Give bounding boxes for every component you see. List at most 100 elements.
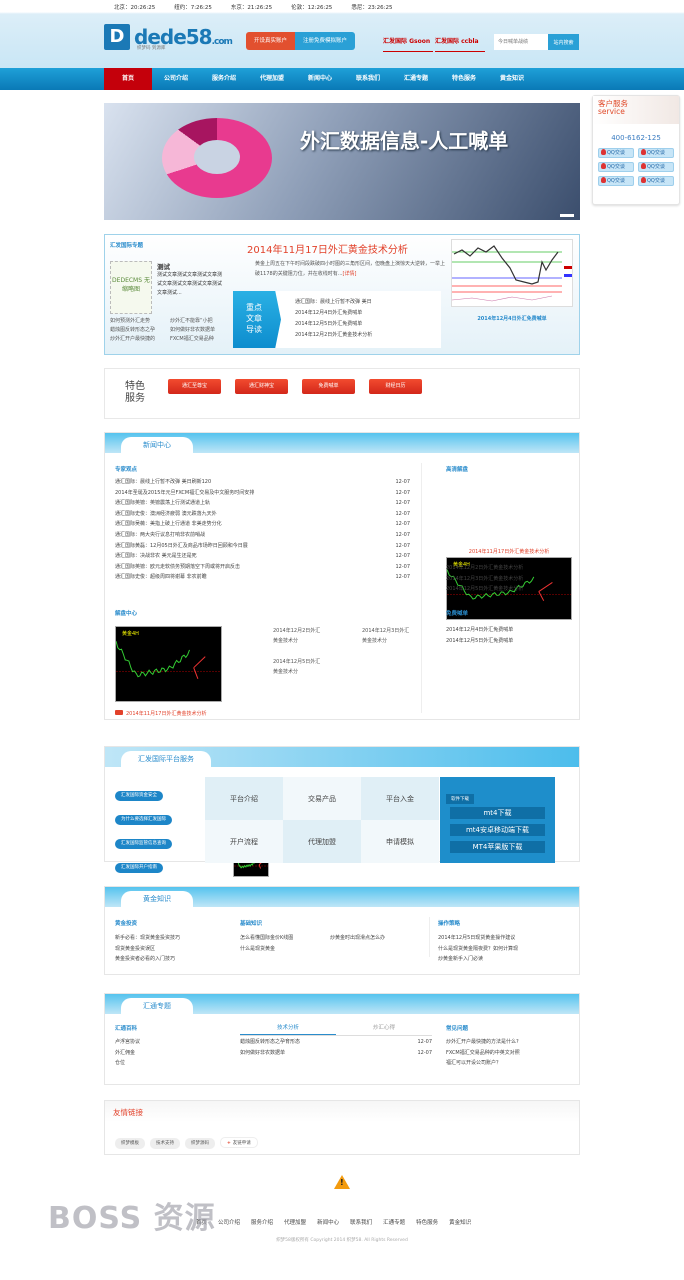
thumbnail-placeholder[interactable]: DEDECMS 无缩略图 <box>110 261 152 314</box>
qq-chat-button[interactable]: QQ交谈 <box>598 162 634 172</box>
platform-grid-item[interactable]: 交易产品 <box>283 777 361 820</box>
topic-link[interactable]: 炒外汇不能靠“小把 <box>170 317 230 326</box>
friend-link[interactable]: 技术支持 <box>150 1138 180 1149</box>
analysis-main-link[interactable]: 2014年11月17日外汇黄金技术分析 <box>115 710 206 717</box>
nav-item[interactable]: 代理加盟 <box>248 68 296 90</box>
download-button[interactable]: mt4下载 <box>450 807 545 819</box>
free-title[interactable]: 免费喊单 <box>446 609 468 617</box>
footer-nav-link[interactable]: 黄金知识 <box>449 1218 471 1226</box>
qq-chat-button[interactable]: QQ交谈 <box>598 148 634 158</box>
platform-grid-item[interactable]: 代理加盟 <box>283 820 361 863</box>
news-item[interactable]: 通汇国际：晨线上行暂不改弹 美日刷新120 12-07 <box>115 477 410 488</box>
faq-item[interactable]: FXCM福汇交易品种的中英文对照 <box>446 1048 576 1059</box>
expert-title[interactable]: 专家观点 <box>115 465 137 473</box>
brand-logo[interactable]: 汇发国际 ccbla <box>435 36 485 52</box>
faq-item[interactable]: 炒外汇开户最快捷的方法是什么? <box>446 1037 576 1048</box>
platform-link[interactable]: 汇发国际开户指南 <box>115 863 163 873</box>
download-button[interactable]: mt4安卓移动端下载 <box>450 824 545 836</box>
baike-item[interactable]: 仓位 <box>115 1058 195 1069</box>
key-article-link[interactable]: 2014年12月2日外汇黄金技术分析 <box>295 330 372 341</box>
topic-link[interactable]: 如何预测外汇走势 <box>110 317 170 326</box>
news-item[interactable]: 通汇国际吴薇：美指上破上行通道 非美走势分化 12-07 <box>115 519 410 530</box>
gold-article-link[interactable]: 黄金投资者必看的入门技巧 <box>115 954 225 965</box>
analysis-main-chart[interactable]: 黄金4H <box>115 626 222 702</box>
search-input[interactable] <box>494 34 548 50</box>
download-button[interactable]: MT4苹果版下载 <box>450 841 545 853</box>
hd-item[interactable]: 2014年12月5日外汇黄金技术分析 <box>446 584 576 595</box>
faq-title[interactable]: 常见问题 <box>446 1024 468 1032</box>
platform-grid-item[interactable]: 平台介绍 <box>205 777 283 820</box>
news-item[interactable]: 通汇国际黄磊：12月05日外汇及商品市场昨日回顾和今日展 12-07 <box>115 541 410 552</box>
item-title[interactable]: 测试 <box>157 261 170 271</box>
topic-tab[interactable]: 技术分析 <box>240 1023 336 1035</box>
gold-article-link[interactable]: 什么是现货黄金 <box>240 944 350 955</box>
chart-caption[interactable]: 2014年12月4日外汇免费喊单 <box>451 315 573 322</box>
gold-column-title[interactable]: 黄金投资 <box>115 919 137 927</box>
topic-item[interactable]: 蜡烛图反转形态之孕育形态 12-07 <box>240 1037 432 1048</box>
open-demo-account-button[interactable]: 注册免费模拟账户 <box>295 32 356 50</box>
qq-chat-button[interactable]: QQ交谈 <box>638 148 674 158</box>
baike-item[interactable]: 卢浮宫协议 <box>115 1037 195 1048</box>
nav-item[interactable]: 联系我们 <box>344 68 392 90</box>
platform-grid-item[interactable]: 申请模拟 <box>361 820 439 863</box>
friend-link[interactable]: 织梦模板 <box>115 1138 145 1149</box>
nav-item[interactable]: 公司介绍 <box>152 68 200 90</box>
search-button[interactable]: 站内搜索 <box>548 34 579 50</box>
gold-article-link[interactable]: 现货黄金投资误区 <box>115 944 225 955</box>
topic-tag[interactable]: 汇发国际专题 <box>110 241 143 249</box>
topic-link[interactable]: 如何做好非农数据单 <box>170 326 230 335</box>
topic-link[interactable]: FXCM福汇交易品种 <box>170 335 230 344</box>
platform-grid-item[interactable]: 开户流程 <box>205 820 283 863</box>
analysis-thumb-link[interactable]: 2014年12月2日外汇黄金技术分 <box>273 626 321 646</box>
hd-item[interactable]: 2014年12月2日外汇黄金技术分析 <box>446 563 576 574</box>
special-service-button[interactable]: 通汇财神宝 <box>235 379 288 394</box>
key-article-link[interactable]: 通汇国际：晨线上行暂不改弹 美日 <box>295 297 372 308</box>
hd-title[interactable]: 高清解盘 <box>446 465 468 473</box>
qq-chat-button[interactable]: QQ交谈 <box>638 176 674 186</box>
footer-nav-link[interactable]: 联系我们 <box>350 1218 372 1226</box>
open-real-account-button[interactable]: 开设真实账户 <box>246 32 296 50</box>
news-item[interactable]: 2014年圣诞及2015年元旦FXCM福汇交易及中文服务时间安排 12-07 <box>115 488 410 499</box>
headline-link[interactable]: 2014年11月17日外汇黄金技术分析 <box>247 241 408 256</box>
baike-title[interactable]: 汇通百科 <box>115 1024 137 1032</box>
gold-column-title[interactable]: 操作策略 <box>438 919 460 927</box>
more-link[interactable]: [详情] <box>343 271 357 277</box>
nav-item[interactable]: 汇通专题 <box>392 68 440 90</box>
faq-item[interactable]: 福汇可以开设公司账户？ <box>446 1058 576 1069</box>
platform-link[interactable]: 汇发国际监管信息查询 <box>115 839 172 849</box>
free-call-item[interactable]: 2014年12月4日外汇免费喊单 <box>446 625 576 636</box>
topic-link[interactable]: 蜡烛图反转形态之孕 <box>110 326 170 335</box>
analysis-thumb-link[interactable]: 2014年12月5日外汇黄金技术分 <box>273 657 321 677</box>
topic-tab[interactable]: 炒汇心得 <box>336 1023 432 1035</box>
gold-column-title[interactable]: 基础知识 <box>240 919 262 927</box>
gold-article-link[interactable]: 炒黄金新手入门必读 <box>438 954 548 965</box>
news-item[interactable]: 通汇国际：决战非农 美元是生还是死 12-07 <box>115 551 410 562</box>
special-service-button[interactable]: 通汇至尊宝 <box>168 379 221 394</box>
analysis-thumb-link[interactable]: 2014年12月3日外汇黄金技术分 <box>362 626 410 646</box>
news-item[interactable]: 通汇国际英镑：英镑震荡上行测试通道上轨 12-07 <box>115 498 410 509</box>
gold-article-link[interactable]: 新手必看：现货黄金投资技巧 <box>115 933 225 944</box>
news-item[interactable]: 通汇国际史俊：超级周四将谢幕 非农前瞻 12-07 <box>115 572 410 583</box>
hd-item[interactable]: 2014年12月3日外汇黄金技术分析 <box>446 574 576 585</box>
topic-link[interactable]: 炒外汇开户最快捷的 <box>110 335 170 344</box>
qq-chat-button[interactable]: QQ交谈 <box>598 176 634 186</box>
free-call-item[interactable]: 2014年12月5日外汇免费喊单 <box>446 636 576 647</box>
chart-thumbnail[interactable] <box>451 239 573 307</box>
nav-item[interactable]: 服务介绍 <box>200 68 248 90</box>
friend-link[interactable]: 织梦源码 <box>185 1138 215 1149</box>
footer-nav-link[interactable]: 新闻中心 <box>317 1218 339 1226</box>
platform-link[interactable]: 为什么要选择汇发国际 <box>115 815 172 825</box>
nav-item[interactable]: 特色服务 <box>440 68 488 90</box>
banner-slider[interactable]: 外汇数据信息-人工喊单 <box>104 103 580 220</box>
brand-logo[interactable]: 汇发国际 Gsoon <box>383 36 433 52</box>
apply-link-button[interactable]: + 友链申请 <box>220 1137 258 1148</box>
footer-nav-link[interactable]: 公司介绍 <box>218 1218 240 1226</box>
footer-nav-link[interactable]: 代理加盟 <box>284 1218 306 1226</box>
special-service-button[interactable]: 免费喊单 <box>302 379 355 394</box>
site-logo[interactable]: D dede58.com 织梦码 到源库 <box>104 24 233 51</box>
nav-item[interactable]: 黄金知识 <box>488 68 536 90</box>
special-service-button[interactable]: 财经日历 <box>369 379 422 394</box>
key-article-link[interactable]: 2014年12月4日外汇免费喊单 <box>295 308 372 319</box>
footer-nav-link[interactable]: 服务介绍 <box>251 1218 273 1226</box>
analysis-title[interactable]: 解盘中心 <box>115 609 137 617</box>
